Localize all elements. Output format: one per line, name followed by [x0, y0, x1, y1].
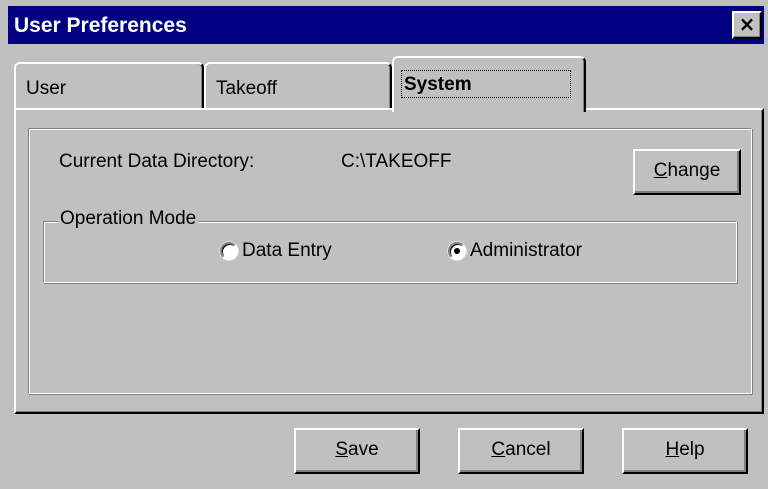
cancel-accelerator: C [491, 439, 506, 460]
cancel-button-label: ancel [505, 439, 551, 460]
operation-mode-legend: Operation Mode [58, 208, 199, 230]
close-icon: × [738, 12, 756, 36]
window-title: User Preferences [14, 14, 187, 37]
save-button-label: ave [348, 439, 379, 460]
radio-data-entry-label: Data Entry [242, 240, 332, 261]
radio-administrator-circle[interactable] [448, 242, 466, 260]
tab-user[interactable]: User [14, 62, 204, 108]
radio-data-entry-circle[interactable] [220, 242, 238, 260]
system-settings-frame: Current Data Directory: C:\TAKEOFF Chang… [28, 128, 752, 394]
tab-system[interactable]: System [392, 56, 586, 112]
tab-user-label: User [26, 78, 67, 99]
change-button-label: hange [667, 160, 721, 181]
save-accelerator: S [335, 439, 349, 460]
tab-system-label: System [404, 74, 472, 95]
data-directory-label: Current Data Directory: [59, 151, 255, 172]
tab-takeoff-label: Takeoff [216, 78, 277, 99]
operation-mode-group: Operation Mode Data Entry Administrator [43, 208, 737, 283]
help-accelerator: H [665, 439, 680, 460]
radio-data-entry[interactable]: Data Entry [220, 240, 380, 264]
close-button[interactable]: × [732, 11, 762, 39]
cancel-button[interactable]: Cancel [458, 428, 584, 474]
change-accelerator: C [653, 160, 668, 181]
tab-takeoff[interactable]: Takeoff [204, 62, 392, 108]
radio-administrator-label: Administrator [470, 240, 582, 261]
radio-selected-dot [454, 248, 460, 254]
save-button[interactable]: Save [294, 428, 420, 474]
title-bar[interactable]: User Preferences × [8, 6, 764, 44]
change-directory-button[interactable]: Change [633, 149, 741, 195]
radio-administrator[interactable]: Administrator [448, 240, 638, 264]
system-tab-page: Current Data Directory: C:\TAKEOFF Chang… [14, 108, 764, 414]
user-preferences-dialog: User Preferences × User Takeoff System C… [0, 0, 768, 489]
help-button[interactable]: Help [622, 428, 748, 474]
data-directory-value: C:\TAKEOFF [341, 151, 452, 172]
help-button-label: elp [679, 439, 705, 460]
